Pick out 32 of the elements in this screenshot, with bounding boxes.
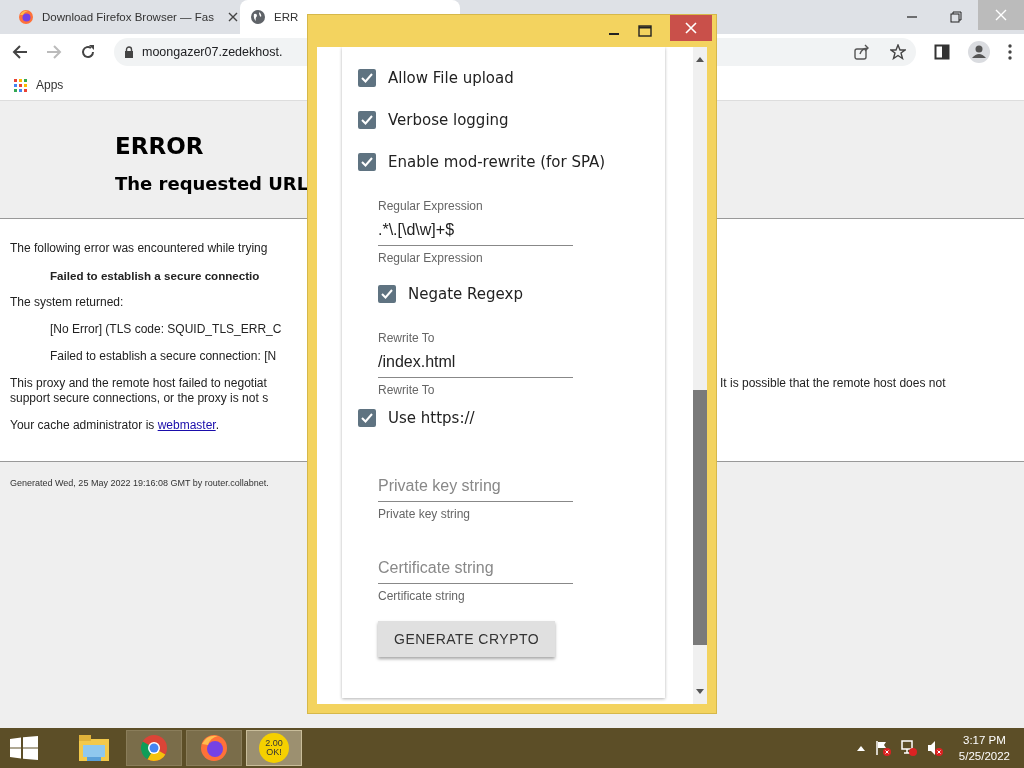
webmaster-link[interactable]: webmaster [157,418,216,432]
taskbar-app[interactable]: 2.00 OK! [246,730,302,766]
checkbox-label: Negate Regexp [408,285,523,303]
paragraph: This proxy and the remote host failed to negotiat support secure connections, or the proxy is not s [10,376,270,406]
browser-tab[interactable]: Download Firefox Browser — Fas [8,0,240,34]
paragraph: Failed to establish a secure connectio [49,268,261,283]
paragraph: The following error was encountered while trying [10,241,269,256]
checkbox-label: Allow File upload [388,69,514,87]
helper-text: Rewrite To [378,383,436,397]
clock-time[interactable]: 3:17 PM [963,732,1006,748]
tab-title: ERR [274,11,299,23]
helper-text: Regular Expression [378,251,484,265]
error-subheading: The requested URL [115,173,310,194]
app-logo: 2.00 OK! [259,733,289,763]
helper-text: Certificate string [378,589,466,603]
paragraph: It is possible that the remote host does not [720,376,946,392]
checkbox-label: Use https:// [388,409,475,427]
bookmark-item[interactable]: Apps [14,78,64,92]
error-heading: ERROR [115,133,205,159]
paragraph: Your cache administrator is webmaster. [10,418,220,433]
paragraph: The system returned: [10,295,125,310]
field-label: Rewrite To [378,331,436,347]
checkbox-label: Enable mod-rewrite (for SPA) [388,153,606,171]
footer-text: Generated Wed, 25 May 2022 19:16:08 GMT by router.collabnet. [10,478,269,488]
helper-text: Private key string [378,507,472,521]
generate-button[interactable]: GENERATE CRYPTO [378,621,556,657]
paragraph: Failed to establish a secure connection: [N [49,349,278,364]
paragraph: [No Error] (TLS code: SQUID_TLS_ERR_C [49,322,283,337]
tab-title: Download Firefox Browser — Fas [42,11,214,23]
checkbox-label: Verbose logging [388,111,509,129]
field-label: Regular Expression [378,199,484,215]
clock-date[interactable]: 5/25/2022 [958,748,1010,764]
